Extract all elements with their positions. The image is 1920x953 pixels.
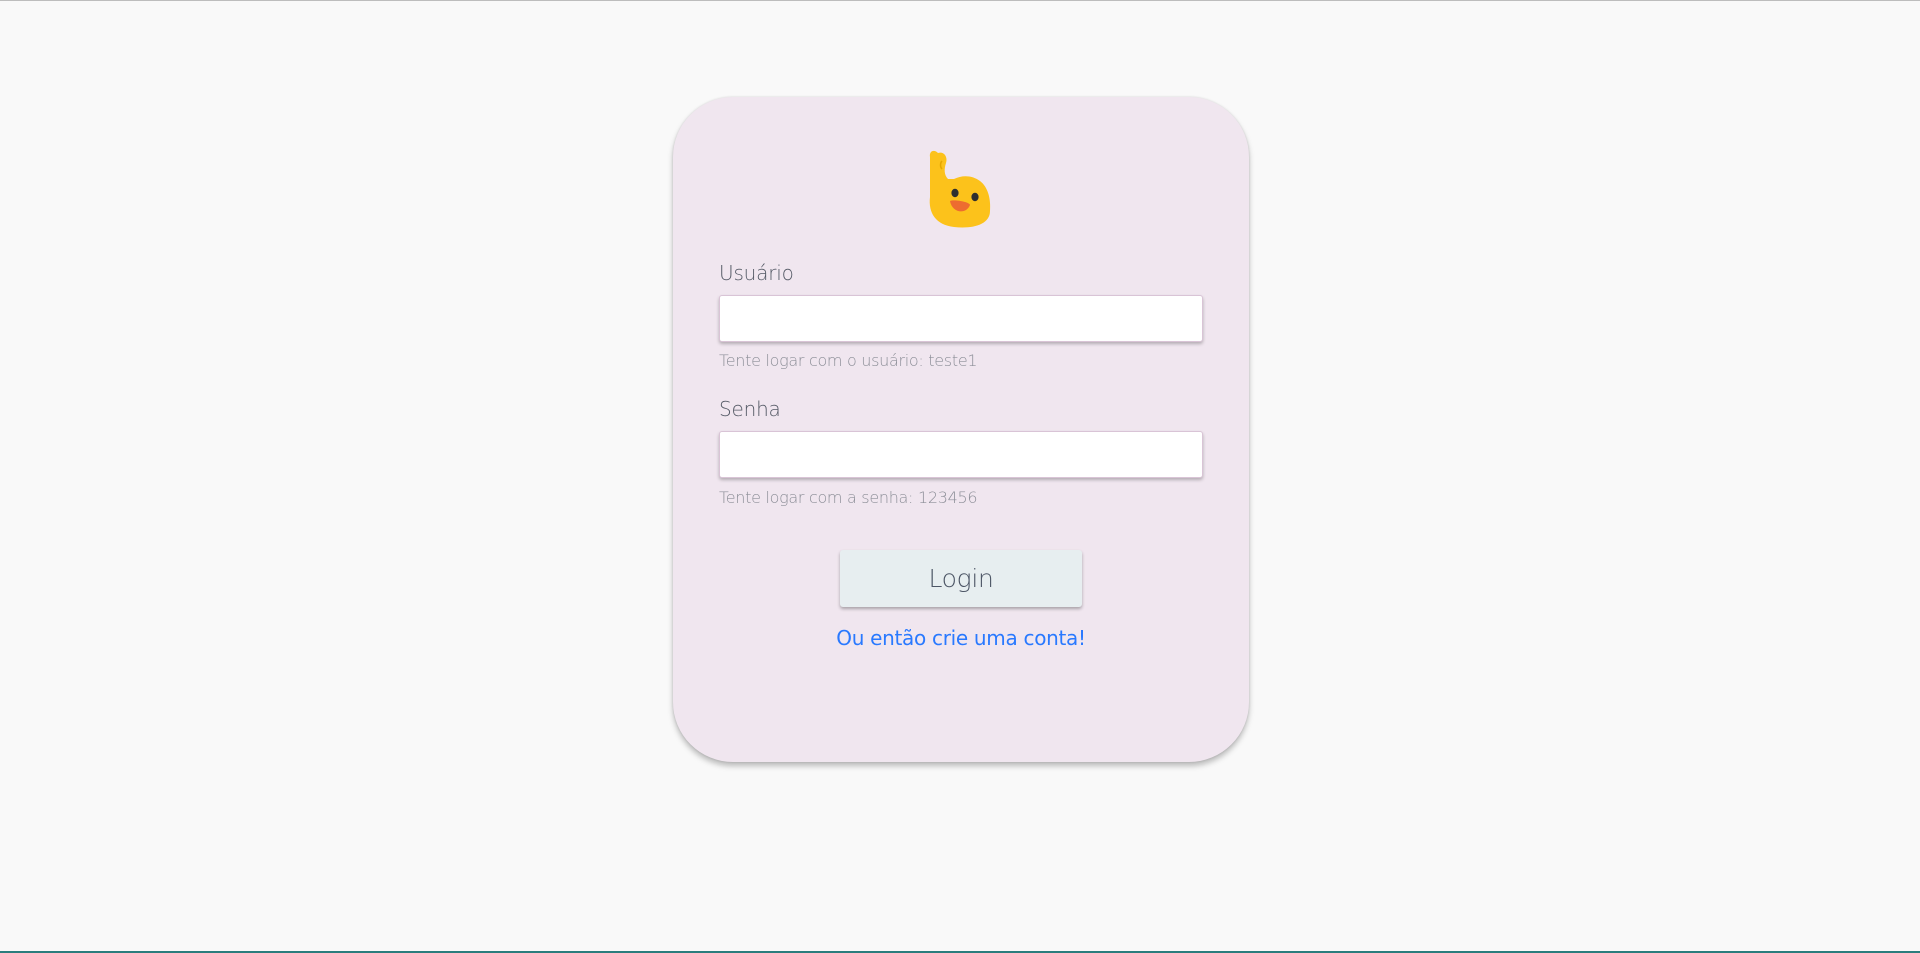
username-hint: Tente logar com o usuário: teste1: [719, 351, 978, 370]
login-card: Usuário Tente logar com o usuário: teste…: [673, 97, 1249, 762]
top-border: [0, 0, 1920, 1]
username-input[interactable]: [719, 295, 1203, 342]
login-button[interactable]: Login: [840, 550, 1082, 607]
waving-hand-blob-icon: [929, 150, 991, 228]
username-label: Usuário: [719, 261, 794, 285]
password-hint: Tente logar com a senha: 123456: [719, 488, 978, 507]
password-input[interactable]: [719, 431, 1203, 478]
password-label: Senha: [719, 397, 781, 421]
create-account-link[interactable]: Ou então crie uma conta!: [673, 626, 1249, 650]
